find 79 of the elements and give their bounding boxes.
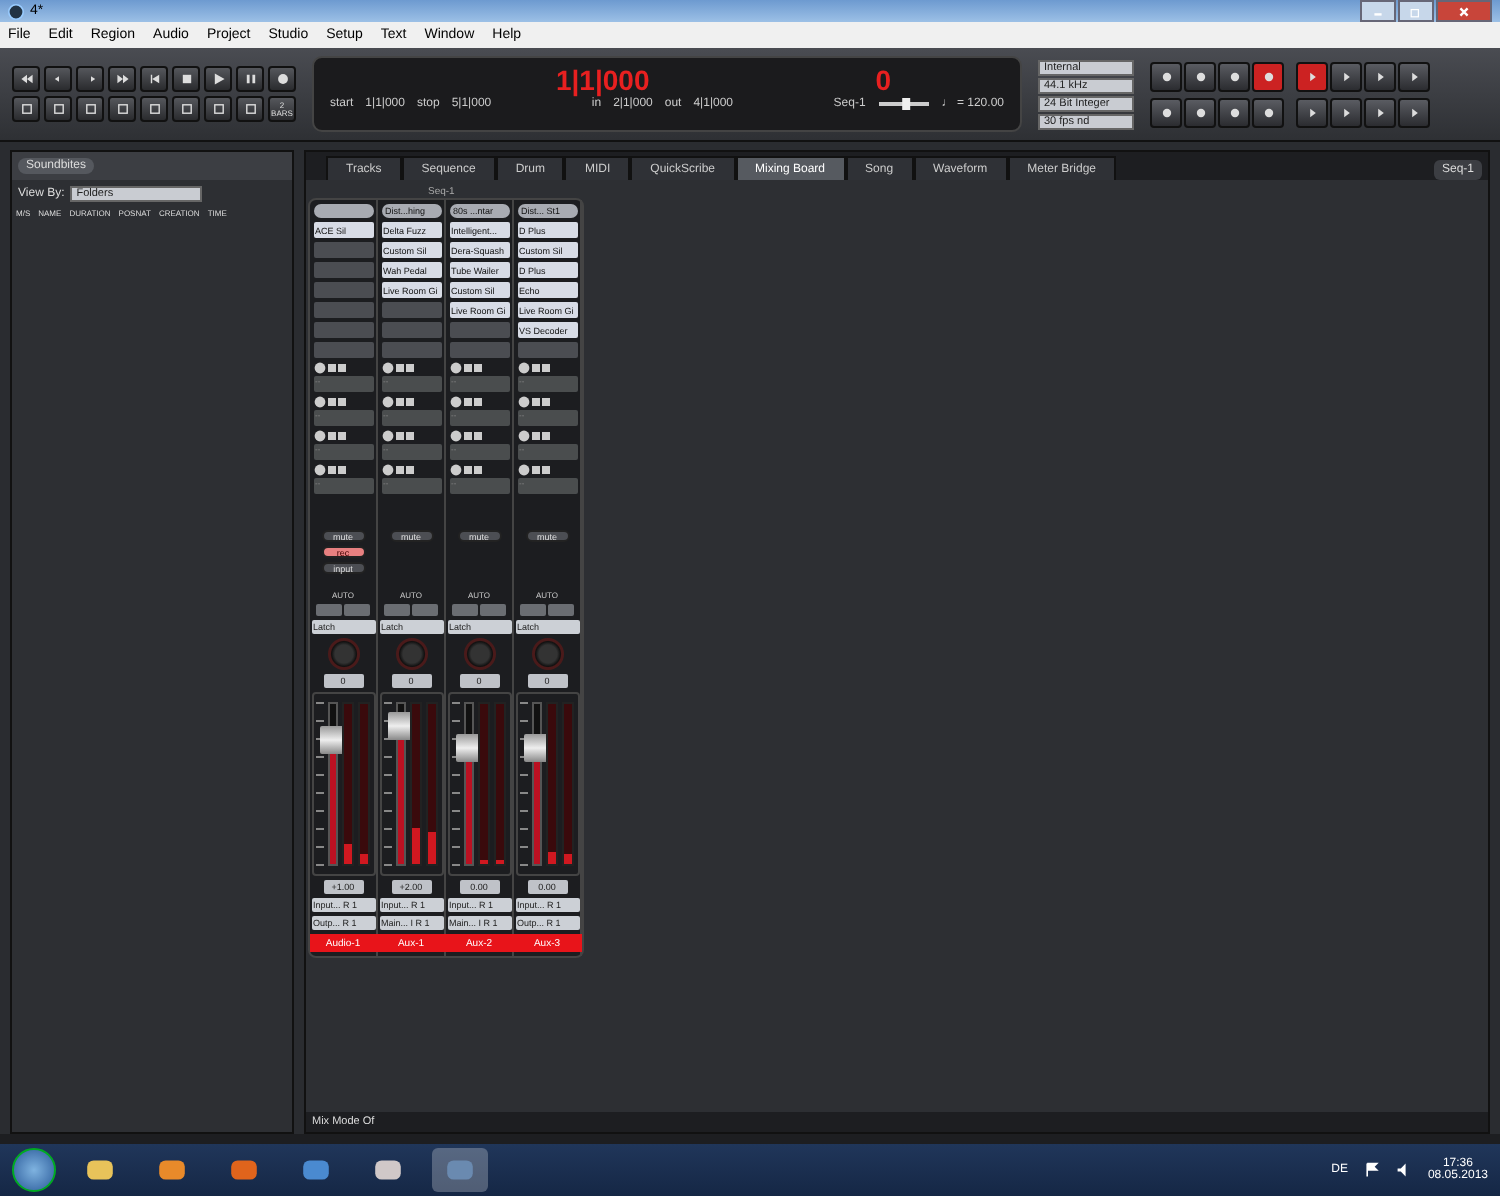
edit-tool-icon xyxy=(243,102,257,116)
edit-tool-icon xyxy=(19,102,33,116)
fader-thumb[interactable] xyxy=(456,734,480,763)
microphone-button[interactable] xyxy=(1150,61,1182,91)
app-logo-icon xyxy=(8,3,24,19)
restore-icon xyxy=(1410,5,1422,17)
clock-button[interactable] xyxy=(1184,61,1216,91)
rewind-button[interactable] xyxy=(12,66,40,92)
send-knob-icon[interactable] xyxy=(313,430,325,442)
cross-tool-button[interactable] xyxy=(1330,97,1362,127)
fader-thumb[interactable] xyxy=(388,712,412,741)
stop-icon xyxy=(179,72,193,86)
pointer-tool-button[interactable] xyxy=(1296,61,1328,91)
go-to-start-icon xyxy=(147,72,161,86)
send-knob-icon[interactable] xyxy=(381,396,393,408)
step-back-icon xyxy=(51,72,65,86)
tool-button[interactable] xyxy=(12,96,40,122)
minimize-button[interactable] xyxy=(1360,0,1396,22)
tool-button[interactable] xyxy=(76,96,104,122)
play-plus-button[interactable] xyxy=(1150,97,1182,127)
stop-button[interactable] xyxy=(172,66,200,92)
solo-button[interactable] xyxy=(1184,97,1216,127)
send-knob-icon[interactable] xyxy=(313,464,325,476)
punch-in-button[interactable] xyxy=(1218,97,1250,127)
metronome-button[interactable] xyxy=(1218,61,1250,91)
send-knob-icon[interactable] xyxy=(517,362,529,374)
tool-button[interactable] xyxy=(108,96,136,122)
tool-button[interactable] xyxy=(44,96,72,122)
go-to-start-button[interactable] xyxy=(140,66,168,92)
loop-tool-button[interactable] xyxy=(1296,97,1328,127)
edit-tool-icon xyxy=(179,102,193,116)
pause-button[interactable] xyxy=(236,66,264,92)
fast-forward-icon xyxy=(115,72,129,86)
tool-button[interactable] xyxy=(140,96,168,122)
punch-out-button[interactable] xyxy=(1252,97,1284,127)
send-knob-icon[interactable] xyxy=(517,396,529,408)
send-knob-icon[interactable] xyxy=(313,362,325,374)
scissors-tool-button[interactable] xyxy=(1364,97,1396,127)
speaker-button[interactable] xyxy=(1252,61,1284,91)
send-knob-icon[interactable] xyxy=(381,362,393,374)
send-knob-icon[interactable] xyxy=(517,464,529,476)
send-knob-icon[interactable] xyxy=(381,464,393,476)
close-button[interactable] xyxy=(1436,0,1492,22)
flag-icon[interactable] xyxy=(1363,1162,1380,1178)
fader-thumb[interactable] xyxy=(320,725,344,754)
close-icon xyxy=(1458,5,1470,17)
send-knob-icon[interactable] xyxy=(517,430,529,442)
send-knob-icon[interactable] xyxy=(449,362,461,374)
transpose-value[interactable]: 0 xyxy=(875,64,891,96)
record-icon xyxy=(275,72,289,86)
pencil-tool-button[interactable] xyxy=(1364,61,1396,91)
tempo-slider-thumb[interactable] xyxy=(901,98,910,110)
edit-tool-icon xyxy=(147,102,161,116)
tool-button[interactable] xyxy=(172,96,200,122)
edit-tool-icon xyxy=(51,102,65,116)
preset-dropdown[interactable] xyxy=(313,204,373,218)
send-knob-icon[interactable] xyxy=(449,430,461,442)
record-button[interactable] xyxy=(268,66,296,92)
edit-tool-icon xyxy=(115,102,129,116)
text-cursor-tool-button[interactable] xyxy=(1330,61,1362,91)
send-knob-icon[interactable] xyxy=(313,396,325,408)
edit-tool-icon xyxy=(211,102,225,116)
edit-tool-icon xyxy=(83,102,97,116)
pause-icon xyxy=(243,72,257,86)
play-icon xyxy=(211,72,225,86)
tool-button[interactable] xyxy=(204,96,232,122)
send-knob-icon[interactable] xyxy=(381,430,393,442)
play-button[interactable] xyxy=(204,66,232,92)
start-button[interactable] xyxy=(12,1148,56,1192)
fast-forward-button[interactable] xyxy=(108,66,136,92)
rewind-icon xyxy=(19,72,33,86)
nudge-tool-button[interactable] xyxy=(1398,97,1430,127)
fader-thumb[interactable] xyxy=(524,734,548,763)
zoom-tool-button[interactable] xyxy=(1398,61,1430,91)
position-counter[interactable]: 1|1|000 xyxy=(555,64,650,96)
tool-button[interactable] xyxy=(236,96,264,122)
restore-button[interactable] xyxy=(1398,0,1434,22)
send-knob-icon[interactable] xyxy=(449,396,461,408)
send-knob-icon[interactable] xyxy=(449,464,461,476)
